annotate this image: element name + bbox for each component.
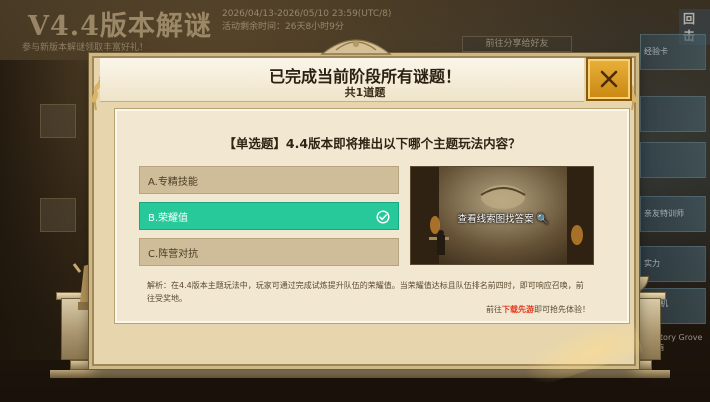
question-count: 共1道题 bbox=[344, 86, 386, 99]
background-title: V4.4版本解谜 bbox=[28, 11, 212, 42]
background-share-tab[interactable]: 前往分享给好友 bbox=[462, 36, 572, 52]
background-dates: 2026/04/13-2026/05/10 23:59(UTC/8) 活动剩余时… bbox=[222, 9, 392, 32]
background-avatar bbox=[40, 198, 76, 232]
close-icon bbox=[600, 70, 618, 88]
option-label: C.阵营对抗 bbox=[148, 248, 199, 260]
check-circle-icon bbox=[376, 210, 390, 224]
background-avatar bbox=[40, 104, 76, 138]
footer-suffix: 即可抢先体验！ bbox=[534, 305, 590, 314]
background-side-item[interactable] bbox=[640, 96, 706, 132]
background-side-label: 实力 bbox=[644, 259, 660, 268]
background-subtitle: 参与新版本解谜领取丰富好礼！ bbox=[22, 43, 149, 53]
clue-link-text[interactable]: 查看线索图找答案 🔍 bbox=[411, 211, 593, 225]
footer-prefix: 前往 bbox=[486, 305, 502, 314]
option-c[interactable]: C.阵营对抗 bbox=[139, 238, 399, 266]
background-side-label: 经验卡 bbox=[644, 47, 668, 56]
background-side-item[interactable] bbox=[640, 142, 706, 178]
background-side-label: 亲友特训师 bbox=[644, 209, 684, 218]
close-button[interactable] bbox=[586, 57, 632, 101]
explanation-text: 解析：在4.4版本主题玩法中，玩家可通过完成试炼提升队伍的荣耀值。当荣耀值达标且… bbox=[147, 281, 584, 303]
option-a[interactable]: A.专精技能 bbox=[139, 166, 399, 194]
question-text: 【单选题】4.4版本即将推出以下哪个主题玩法内容？ bbox=[223, 136, 521, 151]
option-b[interactable]: B.荣耀值 bbox=[139, 202, 399, 230]
crest-ornament-icon bbox=[320, 39, 392, 55]
option-label: A.专精技能 bbox=[148, 176, 198, 188]
download-link[interactable]: 下载先游 bbox=[502, 305, 534, 314]
option-label: B.荣耀值 bbox=[148, 212, 189, 224]
clue-image-card[interactable]: 查看线索图找答案 🔍 bbox=[410, 166, 594, 265]
footer-prompt: 前往下载先游即可抢先体验！ bbox=[440, 304, 590, 315]
